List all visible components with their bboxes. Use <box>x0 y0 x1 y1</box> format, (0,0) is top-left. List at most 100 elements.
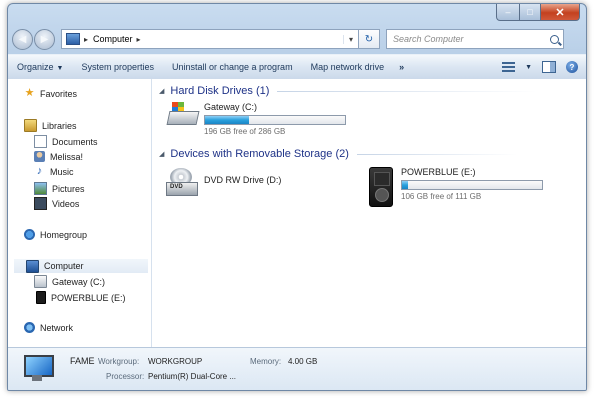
back-button[interactable]: ◀ <box>12 28 33 50</box>
system-properties-button[interactable]: System properties <box>72 62 163 72</box>
dvd-drive-icon: DVD <box>166 168 198 198</box>
drive-free-space: 106 GB free of 111 GB <box>401 192 482 201</box>
nav-item-libraries[interactable]: Libraries <box>24 119 77 132</box>
uninstall-program-button[interactable]: Uninstall or change a program <box>163 62 302 72</box>
videos-icon <box>34 197 47 210</box>
drive-usage-bar <box>401 180 543 190</box>
preview-pane-icon[interactable] <box>542 61 556 73</box>
refresh-button[interactable]: ↻ <box>359 29 380 49</box>
nav-label: Pictures <box>52 183 85 194</box>
address-bar[interactable]: ▸ Computer ▸ ▾ <box>61 29 359 49</box>
nav-item-pictures[interactable]: Pictures <box>34 182 85 195</box>
documents-icon <box>34 135 47 148</box>
nav-item-gateway-c[interactable]: Gateway (C:) <box>34 275 105 288</box>
computer-icon <box>26 259 39 273</box>
collapse-triangle-icon[interactable]: ◢ <box>159 150 164 158</box>
nav-label: Videos <box>52 198 80 209</box>
nav-label: POWERBLUE (E:) <box>51 292 126 303</box>
minimize-button[interactable]: – <box>496 4 520 21</box>
nav-item-computer[interactable]: Computer <box>14 259 148 273</box>
nav-label: Music <box>50 166 74 177</box>
search-icon[interactable] <box>550 34 559 44</box>
media-player-icon <box>369 167 393 207</box>
group-hard-disk-drives[interactable]: ◢ Hard Disk Drives (1) <box>159 85 538 97</box>
organize-button[interactable]: Organize ▼ <box>8 62 72 72</box>
organize-caret-icon: ▼ <box>56 65 64 72</box>
navigation-bar: ◀ ▶ ▸ Computer ▸ ▾ ↻ Search Computer <box>12 26 580 52</box>
maximize-button[interactable]: □ <box>520 4 541 21</box>
forward-button[interactable]: ▶ <box>34 28 55 50</box>
music-icon: ♪ <box>36 165 43 177</box>
details-pane: FAME Workgroup: WORKGROUP Memory: 4.00 G… <box>8 347 586 390</box>
group-removable-storage[interactable]: ◢ Devices with Removable Storage (2) <box>159 148 517 160</box>
homegroup-icon <box>24 229 35 240</box>
workgroup-value: WORKGROUP <box>148 357 203 366</box>
drive-name: POWERBLUE (E:) <box>401 167 476 177</box>
breadcrumb-separator[interactable]: ▸ <box>84 35 88 44</box>
address-history-dropdown[interactable]: ▾ <box>343 34 358 44</box>
nav-item-music[interactable]: ♪ Music <box>34 166 74 177</box>
change-view-icon[interactable] <box>502 62 516 72</box>
nav-label: Homegroup <box>40 229 88 240</box>
command-bar: Organize ▼ System properties Uninstall or… <box>8 54 586 80</box>
group-title: Devices with Removable Storage (2) <box>170 148 349 160</box>
hard-drive-icon <box>34 275 47 288</box>
nav-label: Libraries <box>42 120 77 131</box>
memory-label: Memory: <box>250 357 282 366</box>
map-network-drive-button[interactable]: Map network drive <box>302 62 394 72</box>
nav-item-melissa[interactable]: Melissa! <box>34 151 83 162</box>
content-pane: ◢ Hard Disk Drives (1) Gateway (C:) 196 … <box>152 79 586 347</box>
group-divider <box>277 90 538 92</box>
nav-label: Gateway (C:) <box>52 276 106 287</box>
pictures-icon <box>34 182 47 195</box>
explorer-window: – □ ✕ ◀ ▶ ▸ Computer ▸ ▾ ↻ Search Comput… <box>7 3 587 391</box>
collapse-triangle-icon[interactable]: ◢ <box>159 87 164 95</box>
organize-label: Organize <box>17 62 54 72</box>
breadcrumb-computer[interactable]: Computer <box>93 34 133 44</box>
nav-item-powerblue-e[interactable]: POWERBLUE (E:) <box>34 291 126 304</box>
drive-gateway-c[interactable]: Gateway (C:) 196 GB free of 286 GB <box>166 102 346 136</box>
workgroup-label: Workgroup: <box>98 357 140 366</box>
nav-label: Computer <box>44 261 84 271</box>
drive-free-space: 196 GB free of 286 GB <box>204 127 286 136</box>
drive-name: DVD RW Drive (D:) <box>204 175 282 185</box>
processor-label: Processor: <box>106 372 145 381</box>
close-button[interactable]: ✕ <box>541 4 580 21</box>
star-icon: ★ <box>24 87 35 99</box>
nav-item-favorites[interactable]: ★ Favorites <box>24 88 77 99</box>
nav-item-documents[interactable]: Documents <box>34 135 98 148</box>
more-commands-button[interactable]: » <box>393 62 410 72</box>
nav-label: Network <box>40 322 74 333</box>
nav-label: Melissa! <box>50 151 84 162</box>
breadcrumb-trail-arrow[interactable]: ▸ <box>137 35 141 44</box>
search-placeholder: Search Computer <box>393 34 464 44</box>
drive-usage-fill <box>205 116 250 124</box>
nav-item-videos[interactable]: Videos <box>34 197 79 210</box>
group-divider <box>356 153 517 155</box>
nav-item-homegroup[interactable]: Homegroup <box>24 229 87 240</box>
drive-usage-bar <box>204 115 346 125</box>
caption-buttons: – □ ✕ <box>496 4 580 21</box>
drive-name: Gateway (C:) <box>204 102 258 112</box>
nav-label: Favorites <box>40 88 78 99</box>
toolbar-right: ▼ ? <box>502 61 578 73</box>
computer-name: FAME <box>70 356 95 366</box>
group-title: Hard Disk Drives (1) <box>170 85 270 97</box>
library-icon <box>24 119 37 132</box>
search-input[interactable]: Search Computer <box>386 29 564 49</box>
computer-monitor-icon <box>22 355 54 383</box>
user-library-icon <box>34 151 45 162</box>
memory-value: 4.00 GB <box>288 357 318 366</box>
drive-dvd-d[interactable]: DVD DVD RW Drive (D:) <box>166 168 281 198</box>
drive-powerblue-e[interactable]: POWERBLUE (E:) 106 GB free of 111 GB <box>369 167 543 207</box>
nav-item-network[interactable]: Network <box>24 322 73 333</box>
help-icon[interactable]: ? <box>566 61 578 73</box>
navigation-pane: ★ Favorites Libraries Documents Melissa! … <box>8 79 152 347</box>
media-player-icon <box>36 291 46 304</box>
windows-hard-drive-icon <box>166 102 200 126</box>
processor-value: Pentium(R) Dual-Core ... <box>148 372 237 381</box>
drive-usage-fill <box>402 181 409 189</box>
computer-icon <box>66 33 80 45</box>
network-icon <box>24 322 35 333</box>
view-options-caret-icon[interactable]: ▼ <box>525 64 532 71</box>
